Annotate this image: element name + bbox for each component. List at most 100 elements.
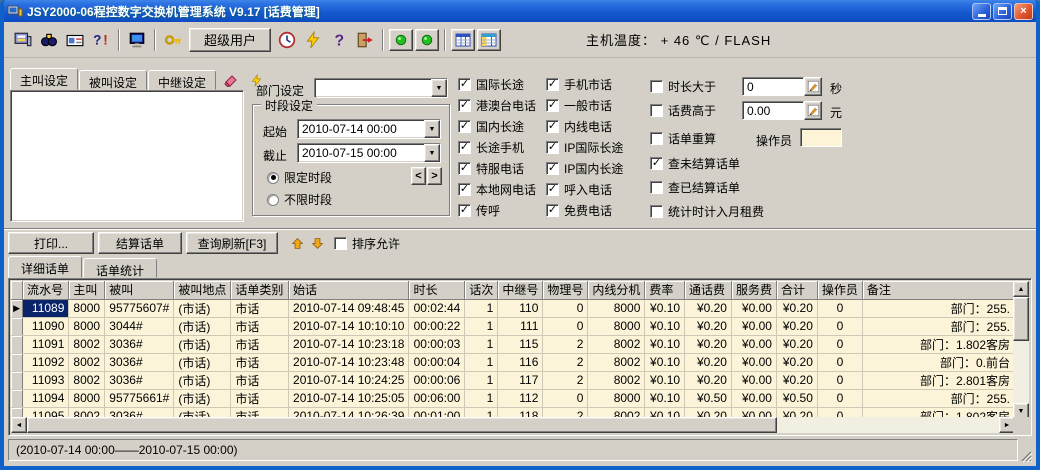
bill-cell[interactable]: 市话 — [231, 335, 289, 353]
unsettled-option[interactable]: ✓ 查未结算话单 — [650, 155, 740, 172]
horizontal-scroll-thumb[interactable] — [27, 417, 777, 433]
column-header[interactable]: 合计 — [776, 281, 817, 299]
bill-cell[interactable]: 0 — [543, 389, 588, 407]
recalc-option[interactable]: ✓ 话单重算 — [650, 130, 716, 147]
fee-edit-icon[interactable] — [804, 101, 822, 120]
bill-cell[interactable]: 市话 — [231, 371, 289, 389]
bill-cell[interactable]: 部门：0.前台 — [862, 353, 1014, 371]
calltype-option[interactable]: ✓IP国际长途 — [546, 137, 623, 158]
exit-icon[interactable] — [352, 27, 378, 53]
bill-cell[interactable]: ¥0.50 — [776, 389, 817, 407]
bill-cell[interactable]: 3036# — [105, 371, 174, 389]
settled-option[interactable]: ✓ 查已结算话单 — [650, 179, 740, 196]
close-button[interactable]: × — [1014, 3, 1033, 20]
bill-cell[interactable]: ¥0.20 — [685, 299, 732, 317]
bill-cell[interactable]: 部门：255. — [862, 389, 1014, 407]
row-marker-cell[interactable] — [11, 371, 23, 389]
bill-cell[interactable]: 95775661# — [105, 389, 174, 407]
bill-cell[interactable]: 2010-07-14 10:23:18 — [289, 335, 409, 353]
clock-icon[interactable] — [274, 27, 300, 53]
calltype-checkbox[interactable]: ✓ — [458, 99, 471, 112]
calltype-checkbox[interactable]: ✓ — [546, 78, 559, 91]
bill-cell[interactable]: 0 — [817, 317, 862, 335]
bill-cell[interactable]: ¥0.10 — [645, 317, 685, 335]
key-icon[interactable] — [160, 27, 186, 53]
bill-cell[interactable]: ¥0.50 — [685, 389, 732, 407]
column-header[interactable]: 内线分机 — [588, 281, 645, 299]
bill-cell[interactable]: ¥0.20 — [685, 335, 732, 353]
bill-cell[interactable]: 8000 — [588, 299, 645, 317]
calltype-option[interactable]: ✓港澳台电话 — [458, 95, 536, 116]
bill-cell[interactable]: 8002 — [69, 353, 105, 371]
column-header[interactable]: 被叫地点 — [174, 281, 231, 299]
bill-cell[interactable]: 1 — [465, 317, 498, 335]
column-header[interactable]: 流水号 — [23, 281, 69, 299]
calltype-option[interactable]: ✓本地网电话 — [458, 179, 536, 200]
bill-cell[interactable]: ¥0.00 — [731, 317, 776, 335]
bill-cell[interactable]: 11092 — [23, 353, 69, 371]
bill-cell[interactable]: ¥0.00 — [731, 389, 776, 407]
column-header[interactable]: 物理号 — [543, 281, 588, 299]
duration-edit-icon[interactable] — [804, 77, 822, 96]
bill-cell[interactable]: 市话 — [231, 353, 289, 371]
fee-checkbox[interactable]: ✓ — [650, 104, 663, 117]
calltype-option[interactable]: ✓免费电话 — [546, 200, 623, 221]
calltype-option[interactable]: ✓呼入电话 — [546, 179, 623, 200]
calltype-checkbox[interactable]: ✓ — [458, 78, 471, 91]
vertical-scrollbar[interactable]: ▲ ▼ — [1013, 281, 1029, 419]
calltype-checkbox[interactable]: ✓ — [546, 162, 559, 175]
bill-cell[interactable]: ¥0.20 — [776, 353, 817, 371]
bill-cell[interactable]: ¥0.20 — [776, 317, 817, 335]
bill-cell[interactable]: 112 — [498, 389, 543, 407]
row-marker-cell[interactable] — [11, 317, 23, 335]
calltype-checkbox[interactable]: ✓ — [546, 183, 559, 196]
calltype-checkbox[interactable]: ✓ — [458, 120, 471, 133]
calltype-option[interactable]: ✓特服电话 — [458, 158, 536, 179]
calltype-checkbox[interactable]: ✓ — [546, 141, 559, 154]
monthly-option[interactable]: ✓ 统计时计入月租费 — [650, 203, 764, 220]
bill-cell[interactable]: 8002 — [588, 335, 645, 353]
bill-cell[interactable]: ¥0.20 — [776, 335, 817, 353]
calltype-option[interactable]: ✓国内长途 — [458, 116, 536, 137]
bill-cell[interactable]: 0 — [543, 317, 588, 335]
prev-period-button[interactable]: < — [411, 167, 426, 185]
bill-cell[interactable]: 3044# — [105, 317, 174, 335]
bill-cell[interactable]: 部门：2.801客房 — [862, 371, 1014, 389]
bill-cell[interactable]: ¥0.00 — [731, 353, 776, 371]
calltype-checkbox[interactable]: ✓ — [458, 204, 471, 217]
bill-cell[interactable]: 部门：255. — [862, 299, 1014, 317]
bill-cell[interactable]: ¥0.20 — [685, 353, 732, 371]
bill-row[interactable]: ▶11089800095775607#(市话)市话2010-07-14 09:4… — [11, 299, 1015, 317]
row-marker-cell[interactable] — [11, 353, 23, 371]
bill-cell[interactable]: 11089 — [23, 299, 69, 317]
bill-cell[interactable]: ¥0.20 — [685, 371, 732, 389]
column-header[interactable]: 备注 — [862, 281, 1014, 299]
bill-cell[interactable]: 117 — [498, 371, 543, 389]
bill-cell[interactable]: 00:02:44 — [409, 299, 465, 317]
column-header[interactable]: 服务费 — [731, 281, 776, 299]
bill-cell[interactable]: 8002 — [588, 353, 645, 371]
calltype-checkbox[interactable]: ✓ — [546, 204, 559, 217]
bill-row[interactable]: 1109280023036#(市话)市话2010-07-14 10:23:480… — [11, 353, 1015, 371]
bill-cell[interactable]: ¥0.00 — [731, 335, 776, 353]
bill-cell[interactable]: 8002 — [588, 371, 645, 389]
bill-cell[interactable]: 00:00:04 — [409, 353, 465, 371]
fee-filter[interactable]: ✓ 话费高于 — [650, 102, 716, 119]
scroll-up-icon[interactable]: ▲ — [1013, 281, 1029, 297]
help-icon[interactable]: ? — [326, 27, 352, 53]
bill-cell[interactable]: 0 — [817, 389, 862, 407]
vertical-scroll-thumb[interactable] — [1013, 297, 1029, 341]
tab-bill-stats[interactable]: 话单统计 — [83, 258, 157, 278]
bill-cell[interactable]: ¥0.10 — [645, 299, 685, 317]
bill-cell[interactable]: ¥0.20 — [776, 371, 817, 389]
bill-cell[interactable]: (市话) — [174, 335, 231, 353]
refresh-button[interactable]: 查询刷新[F3] — [186, 232, 278, 254]
calltype-checkbox[interactable]: ✓ — [546, 99, 559, 112]
bill-row[interactable]: 1109180023036#(市话)市话2010-07-14 10:23:180… — [11, 335, 1015, 353]
bill-cell[interactable]: 8000 — [588, 389, 645, 407]
duration-input[interactable] — [742, 77, 804, 96]
move-down-icon[interactable] — [308, 233, 326, 253]
sort-allow-checkbox[interactable]: ✓ — [334, 237, 347, 250]
resize-grip[interactable] — [1020, 450, 1033, 463]
duration-filter[interactable]: ✓ 时长大于 — [650, 78, 716, 95]
